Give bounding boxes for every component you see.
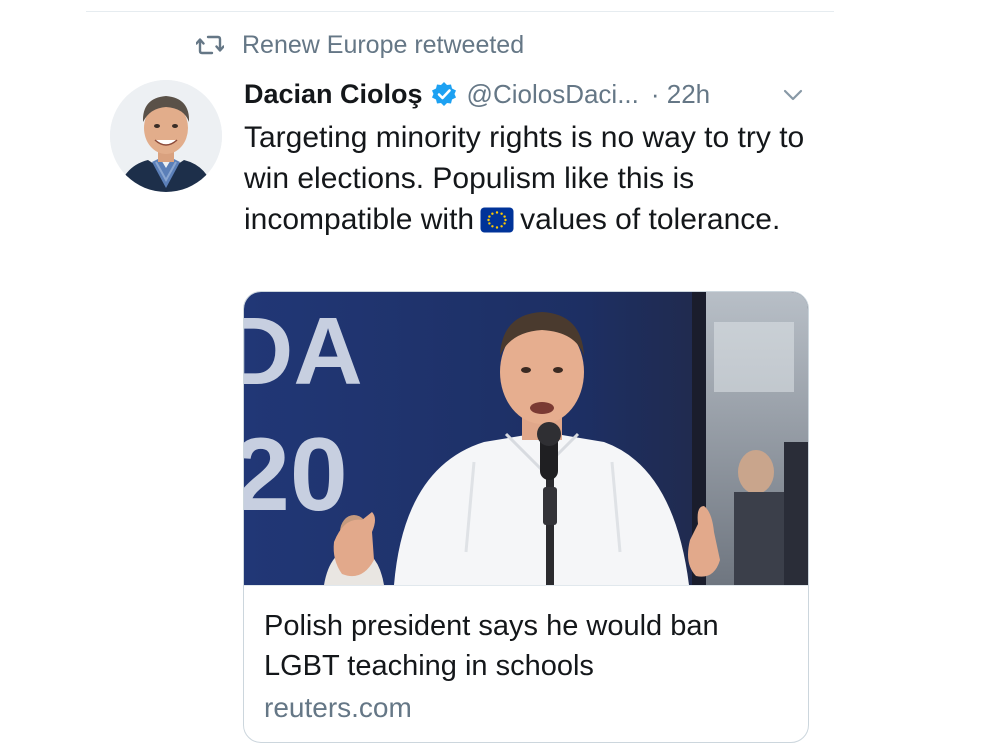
chevron-down-icon[interactable] bbox=[780, 82, 806, 108]
tweet-timestamp[interactable]: · 22h bbox=[651, 79, 710, 110]
retweet-context[interactable]: Renew Europe retweeted bbox=[196, 30, 524, 60]
link-card-image: DA 20 bbox=[244, 292, 808, 585]
author-name[interactable]: Dacian Cioloş bbox=[244, 79, 423, 110]
backdrop-text-bottom: 20 bbox=[244, 417, 348, 533]
retweet-context-label: Renew Europe retweeted bbox=[242, 30, 525, 59]
link-card-domain[interactable]: reuters.com bbox=[264, 692, 412, 724]
link-card-divider bbox=[244, 585, 808, 586]
eu-flag-emoji bbox=[480, 207, 514, 233]
link-card[interactable]: DA 20 Polish bbox=[243, 291, 809, 743]
tweet-text: Targeting minority rights is no way to t… bbox=[244, 117, 824, 240]
tweet-text-part-2: values of tolerance. bbox=[520, 203, 781, 236]
retweet-icon bbox=[196, 35, 224, 55]
divider bbox=[86, 11, 834, 12]
link-card-title[interactable]: Polish president says he would ban LGBT … bbox=[264, 606, 784, 686]
tweet-view: Renew Europe retweeted Dacian Cioloş @Ci… bbox=[0, 0, 1000, 750]
avatar-image bbox=[110, 80, 222, 192]
backdrop-text-top: DA bbox=[244, 298, 363, 405]
avatar[interactable] bbox=[110, 80, 222, 192]
tweet-header: Dacian Cioloş @CiolosDaci... · 22h bbox=[244, 76, 810, 112]
verified-badge-icon bbox=[431, 82, 456, 106]
author-handle[interactable]: @CiolosDaci... bbox=[467, 79, 639, 110]
